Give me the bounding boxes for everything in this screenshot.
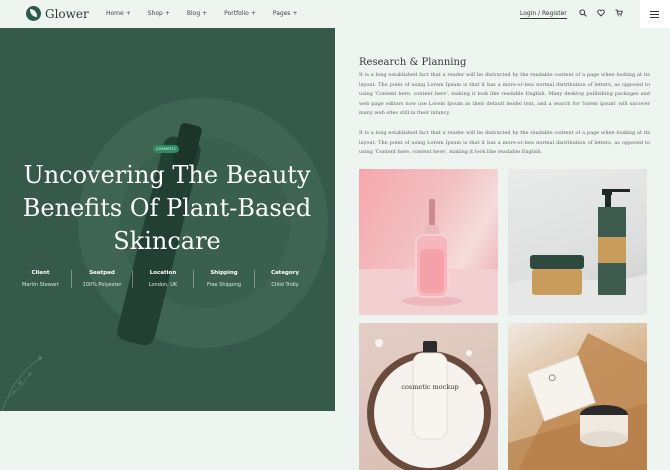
- logo-text: Glower: [45, 6, 89, 21]
- meta-label: Seatpad: [89, 270, 115, 276]
- pink-serum-image: [359, 169, 498, 315]
- menu-button[interactable]: [640, 0, 670, 28]
- hero-banner: COSMETIC Uncovering The Beauty Benefits …: [0, 28, 335, 411]
- meta-value: London, UK: [148, 282, 178, 288]
- pump-bottle-jar-image: [508, 169, 647, 315]
- login-register-link[interactable]: Login / Register: [520, 10, 567, 19]
- menu-icon: [650, 11, 659, 18]
- meta-client: Client Martin Stewart: [10, 270, 71, 288]
- nav-item-blog[interactable]: Blog +: [187, 10, 207, 17]
- body-paragraph: It is a long established fact that a rea…: [359, 130, 650, 155]
- meta-value: Martin Stewart: [22, 282, 59, 288]
- plus-icon: +: [250, 10, 256, 17]
- meta-label: Client: [31, 270, 50, 276]
- heart-icon[interactable]: [597, 9, 605, 19]
- meta-shipping: Shipping Free Shipping: [193, 270, 254, 288]
- nav-label: Shop: [147, 10, 163, 17]
- nav-label: Home: [106, 10, 124, 17]
- body-paragraph: It is a long established fact that a rea…: [359, 72, 650, 116]
- meta-value: 100% Polyester: [82, 282, 122, 288]
- nav-item-home[interactable]: Home +: [106, 10, 131, 17]
- meta-location: Location London, UK: [132, 270, 193, 288]
- hero-title: Uncovering The Beauty Benefits Of Plant-…: [22, 161, 312, 255]
- nav-label: Blog: [186, 10, 201, 17]
- meta-seatpad: Seatpad 100% Polyester: [71, 270, 132, 288]
- meta-value: Child Trolly: [271, 282, 299, 288]
- nav-item-portfolio[interactable]: Portfolio +: [224, 10, 256, 17]
- cart-icon[interactable]: [615, 9, 623, 19]
- category-badge[interactable]: COSMETIC: [153, 145, 179, 153]
- meta-label: Shipping: [210, 270, 238, 276]
- project-meta: Client Martin Stewart Seatpad 100% Polye…: [10, 270, 330, 288]
- main-nav: Home + Shop + Blog + Portfolio + Pages +: [106, 10, 298, 17]
- meta-category: Category Child Trolly: [254, 270, 315, 288]
- meta-value: Free Shipping: [206, 282, 241, 288]
- box-jar-image: [508, 323, 647, 470]
- leaf-logo-icon: [26, 6, 41, 21]
- plus-icon: +: [202, 10, 208, 17]
- plus-icon: +: [125, 10, 131, 17]
- plant-decoration: [1, 356, 42, 411]
- site-header: Glower Home + Shop + Blog + Portfolio + …: [0, 0, 670, 28]
- plus-icon: +: [292, 10, 298, 17]
- meta-label: Location: [149, 270, 177, 276]
- plus-icon: +: [164, 10, 170, 17]
- section-title: Research & Planning: [359, 57, 467, 68]
- nav-label: Portfolio: [224, 10, 249, 17]
- mockup-label: cosmetic mockup: [401, 383, 458, 391]
- nav-item-pages[interactable]: Pages +: [273, 10, 298, 17]
- logo[interactable]: Glower: [26, 6, 89, 21]
- coconut-serum-image: cosmetic mockup: [359, 323, 498, 470]
- nav-label: Pages: [272, 10, 291, 17]
- search-icon[interactable]: [579, 9, 587, 19]
- nav-item-shop[interactable]: Shop +: [148, 10, 170, 17]
- meta-label: Category: [270, 270, 300, 276]
